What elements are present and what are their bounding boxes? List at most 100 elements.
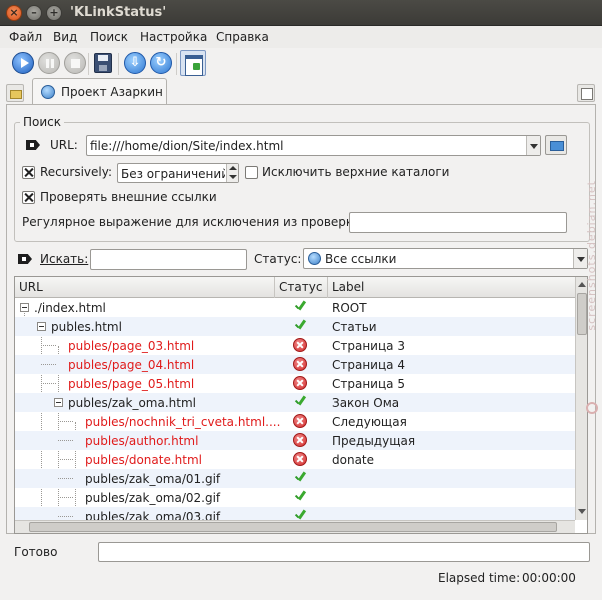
row-label: Страница 3 — [332, 339, 405, 353]
arrow-down-icon: ⇩ — [129, 55, 141, 70]
horizontal-scroll-thumb[interactable] — [29, 522, 557, 532]
menu-bar: Файл Вид Поиск Настройка Справка — [0, 26, 602, 48]
maximize-window-button[interactable]: + — [46, 5, 62, 21]
recheck-button[interactable]: ⇩ — [124, 52, 146, 74]
save-button[interactable] — [94, 53, 112, 73]
search-filter-input[interactable] — [90, 249, 247, 270]
depth-spinbox[interactable]: Без ограничений — [117, 163, 239, 183]
close-tab-button[interactable] — [577, 84, 595, 102]
checkmark-icon — [293, 300, 307, 314]
close-window-button[interactable]: × — [6, 5, 22, 21]
toolbar-separator — [118, 53, 119, 75]
debian-swirl-icon — [586, 402, 598, 414]
column-header-status[interactable]: Статус — [275, 277, 328, 298]
row-url: publes/donate.html — [85, 453, 203, 467]
table-row[interactable]: publes/zak_oma/03.gif — [15, 507, 575, 520]
row-url: publes/page_04.html — [68, 358, 195, 372]
menu-help[interactable]: Справка — [216, 30, 269, 44]
row-label: donate — [332, 453, 375, 467]
tab-project[interactable]: Проект Азаркин — [32, 78, 167, 105]
row-url: publes/zak_oma/02.gif — [85, 491, 221, 505]
table-row[interactable]: publes/zak_oma/02.gif — [15, 488, 575, 507]
spin-arrows-icon[interactable] — [226, 164, 238, 182]
menu-view[interactable]: Вид — [53, 30, 77, 44]
elapsed-value: 00:00:00 — [522, 571, 576, 585]
menu-file[interactable]: Файл — [9, 30, 42, 44]
title-bar: × – + 'KLinkStatus' — [0, 0, 602, 26]
start-check-button[interactable] — [12, 52, 34, 74]
table-row[interactable]: publes/donate.html donate — [15, 450, 575, 469]
error-icon — [293, 338, 307, 352]
url-label: URL: — [50, 138, 78, 152]
row-url: publes.html — [51, 320, 122, 334]
collapse-icon[interactable] — [37, 322, 46, 331]
pause-button[interactable] — [38, 52, 60, 74]
column-header-url[interactable]: URL — [15, 277, 275, 298]
url-combobox[interactable]: file:///home/dion/Site/index.html — [86, 135, 541, 156]
exclude-parent-label: Исключить верхние каталоги — [262, 165, 450, 179]
row-label: Страница 4 — [332, 358, 405, 372]
table-row[interactable]: publes/author.html Предыдущая — [15, 431, 575, 450]
table-row[interactable]: publes/page_05.html Страница 5 — [15, 374, 575, 393]
stop-button[interactable] — [64, 52, 86, 74]
table-row[interactable]: publes/nochnik_tri_cveta.html.... Следующ… — [15, 412, 575, 431]
horizontal-scrollbar[interactable] — [15, 520, 575, 533]
refresh-button[interactable]: ↻ — [150, 52, 172, 74]
checkmark-icon — [293, 319, 307, 333]
tree-guide-line — [58, 478, 73, 479]
elapsed-label: Elapsed time: — [438, 571, 521, 585]
table-row[interactable]: publes/page_04.html Страница 4 — [15, 355, 575, 374]
row-url: publes/zak_oma.html — [68, 396, 196, 410]
check-external-checkbox[interactable] — [22, 191, 35, 204]
globe-icon — [41, 85, 55, 99]
check-external-label: Проверять внешние ссылки — [40, 190, 217, 204]
column-header-label[interactable]: Label — [328, 277, 575, 298]
row-label: ROOT — [332, 301, 367, 315]
row-url: publes/author.html — [85, 434, 199, 448]
chevron-down-icon[interactable] — [526, 136, 540, 155]
error-icon — [293, 357, 307, 371]
table-row[interactable]: ./index.html ROOT — [15, 298, 575, 317]
table-row[interactable]: publes/page_03.html Страница 3 — [15, 336, 575, 355]
regex-input[interactable] — [349, 212, 567, 233]
row-label: Статьи — [332, 320, 377, 334]
collapse-icon[interactable] — [20, 303, 29, 312]
minimize-icon: – — [31, 6, 37, 19]
menu-settings[interactable]: Настройка — [140, 30, 207, 44]
collapse-icon[interactable] — [54, 398, 63, 407]
open-folder-button[interactable] — [545, 135, 567, 155]
window-title: 'KLinkStatus' — [70, 5, 167, 20]
row-url: ./index.html — [34, 301, 106, 315]
status-filter-combobox[interactable]: Все ссылки — [303, 248, 588, 269]
row-label: Закон Ома — [332, 396, 400, 410]
search-filter-label: Искать: — [40, 252, 89, 266]
results-tree[interactable]: URL Статус Label ./index.html ROOT publes.… — [14, 276, 588, 534]
checkmark-icon — [293, 471, 307, 485]
minimize-window-button[interactable]: – — [26, 5, 42, 21]
depth-value: Без ограничений — [121, 167, 225, 181]
scroll-down-icon[interactable] — [578, 509, 586, 514]
tree-guide-line — [58, 497, 73, 498]
menu-search[interactable]: Поиск — [90, 30, 128, 44]
row-label: Страница 5 — [332, 377, 405, 391]
maximize-icon: + — [49, 6, 59, 19]
new-window-button[interactable] — [180, 50, 206, 76]
toolbar-separator — [176, 53, 177, 75]
globe-icon — [308, 252, 321, 265]
table-row[interactable]: publes/zak_oma/01.gif — [15, 469, 575, 488]
table-row[interactable]: publes/zak_oma.html Закон Ома — [15, 393, 575, 412]
toolbar: ⇩ ↻ — [0, 48, 602, 78]
tree-guide-line — [41, 364, 56, 365]
row-url: publes/nochnik_tri_cveta.html.... — [85, 415, 281, 429]
search-group-title: Поиск — [20, 115, 65, 129]
table-row[interactable]: publes.html Статьи — [15, 317, 575, 336]
tree-rows: ./index.html ROOT publes.html Статьи publes/… — [15, 298, 575, 520]
new-tab-button[interactable] — [6, 84, 24, 102]
recursively-label: Recursively: — [40, 165, 112, 179]
exclude-parent-checkbox[interactable] — [245, 166, 258, 179]
toolbar-separator — [88, 53, 89, 75]
tree-guide-line — [58, 516, 73, 517]
status-filter-label: Статус: — [254, 252, 302, 266]
watermark-text: screenshots.debian.net — [585, 180, 598, 331]
recursively-checkbox[interactable] — [22, 166, 35, 179]
